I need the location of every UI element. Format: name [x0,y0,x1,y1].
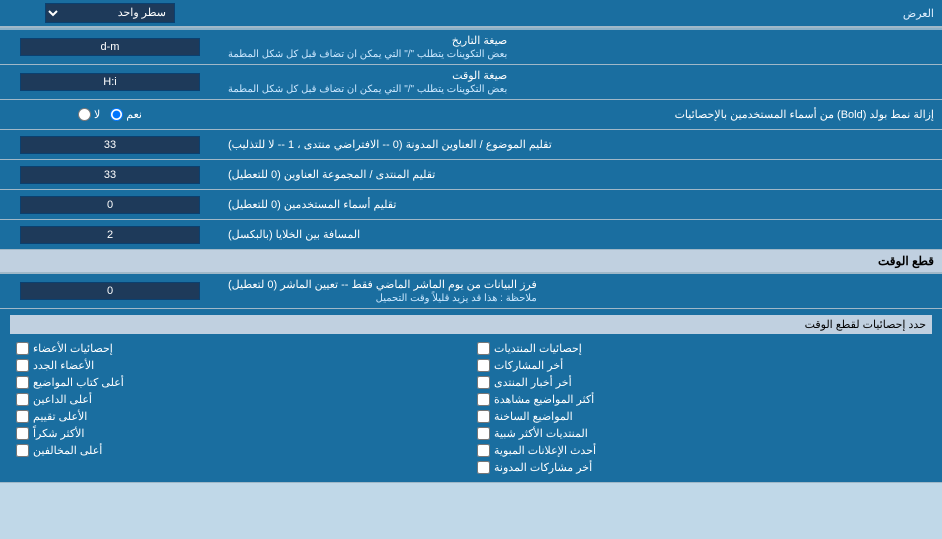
cell-spacing-input-wrap [0,220,220,249]
bold-remove-options: نعم لا [0,105,220,124]
list-item: أخر أخبار المنتدى [477,376,926,389]
checkboxes-section: حدد إحصائيات لقطع الوقت إحصائيات المنتدي… [0,309,942,483]
bold-no-radio[interactable] [78,108,91,121]
topic-header-count-label: تقليم الموضوع / العناوين المدونة (0 -- ا… [220,130,942,159]
list-item: الأعضاء الجدد [16,359,465,372]
checkbox-forum-stats[interactable] [477,342,490,355]
list-item: أكثر المواضيع مشاهدة [477,393,926,406]
list-item: أخر مشاركات المدونة [477,461,926,474]
topic-header-count-row: تقليم الموضوع / العناوين المدونة (0 -- ا… [0,130,942,160]
topic-header-count-input[interactable] [20,136,200,154]
time-format-label: صيغة الوقت بعض التكوينات يتطلب "/" التي … [220,65,942,99]
main-container: العرض سطر واحدسطرينثلاثة أسطر صيغة التار… [0,0,942,483]
header-select-wrap: سطر واحدسطرينثلاثة أسطر [0,0,220,26]
time-format-row: صيغة الوقت بعض التكوينات يتطلب "/" التي … [0,65,942,100]
list-item: أعلى المخالفين [16,444,465,457]
forum-header-count-row: تقليم المنتدى / المجموعة العناوين (0 للت… [0,160,942,190]
forum-header-count-input-wrap [0,160,220,189]
checkbox-most-viewed[interactable] [477,393,490,406]
checkbox-hot-topics[interactable] [477,410,490,423]
username-trim-input-wrap [0,190,220,219]
list-item: المنتديات الأكثر شبية [477,427,926,440]
bold-yes-label[interactable]: نعم [110,108,142,121]
cutoff-row: فرز البيانات من يوم الماشر الماضي فقط --… [0,274,942,309]
checkbox-top-posters[interactable] [16,393,29,406]
bold-remove-row: إزالة نمط بولد (Bold) من أسماء المستخدمي… [0,100,942,130]
cell-spacing-label: المسافة بين الخلايا (بالبكسل) [220,220,942,249]
topic-header-count-input-wrap [0,130,220,159]
checkbox-top-violators[interactable] [16,444,29,457]
checkbox-latest-classified[interactable] [477,444,490,457]
checkbox-top-topic-writers[interactable] [16,376,29,389]
list-item: إحصائيات المنتديات [477,342,926,355]
date-format-input[interactable] [20,38,200,56]
checkbox-top-rated[interactable] [16,410,29,423]
cutoff-section-header: قطع الوقت [0,250,942,274]
checkbox-last-posts[interactable] [477,359,490,372]
date-format-label: صيغة التاريخ بعض التكوينات يتطلب "/" الت… [220,30,942,64]
checkbox-col-2: إحصائيات الأعضاء الأعضاء الجدد أعلى كتاب… [10,340,471,476]
cutoff-input[interactable] [20,282,200,300]
date-format-input-wrap [0,30,220,64]
list-item: أحدث الإعلانات المبوية [477,444,926,457]
display-select[interactable]: سطر واحدسطرينثلاثة أسطر [45,3,175,23]
checkboxes-title: حدد إحصائيات لقطع الوقت [10,315,932,334]
username-trim-label: تقليم أسماء المستخدمين (0 للتعطيل) [220,190,942,219]
checkbox-last-forum-news[interactable] [477,376,490,389]
date-format-row: صيغة التاريخ بعض التكوينات يتطلب "/" الت… [0,30,942,65]
list-item: الأعلى تقييم [16,410,465,423]
cell-spacing-row: المسافة بين الخلايا (بالبكسل) [0,220,942,250]
checkbox-new-members[interactable] [16,359,29,372]
list-item: أعلى كتاب المواضيع [16,376,465,389]
list-item: إحصائيات الأعضاء [16,342,465,355]
forum-header-count-input[interactable] [20,166,200,184]
list-item: المواضيع الساخنة [477,410,926,423]
header-row: العرض سطر واحدسطرينثلاثة أسطر [0,0,942,28]
bold-yes-radio[interactable] [110,108,123,121]
username-trim-input[interactable] [20,196,200,214]
checkbox-most-thanked[interactable] [16,427,29,440]
bold-remove-label: إزالة نمط بولد (Bold) من أسماء المستخدمي… [220,104,942,125]
time-format-input-wrap [0,65,220,99]
forum-header-count-label: تقليم المنتدى / المجموعة العناوين (0 للت… [220,160,942,189]
cutoff-label: فرز البيانات من يوم الماشر الماضي فقط --… [220,274,942,308]
list-item: الأكثر شكراً [16,427,465,440]
list-item: أخر المشاركات [477,359,926,372]
cell-spacing-input[interactable] [20,226,200,244]
checkbox-last-blog-posts[interactable] [477,461,490,474]
cutoff-input-wrap [0,274,220,308]
time-format-input[interactable] [20,73,200,91]
checkboxes-grid: إحصائيات المنتديات أخر المشاركات أخر أخب… [10,340,932,476]
checkbox-member-stats[interactable] [16,342,29,355]
checkbox-most-like-forums[interactable] [477,427,490,440]
list-item: أعلى الداعين [16,393,465,406]
username-trim-row: تقليم أسماء المستخدمين (0 للتعطيل) [0,190,942,220]
checkbox-col-1: إحصائيات المنتديات أخر المشاركات أخر أخب… [471,340,932,476]
bold-no-label[interactable]: لا [78,108,100,121]
header-label-right: العرض [220,3,942,24]
